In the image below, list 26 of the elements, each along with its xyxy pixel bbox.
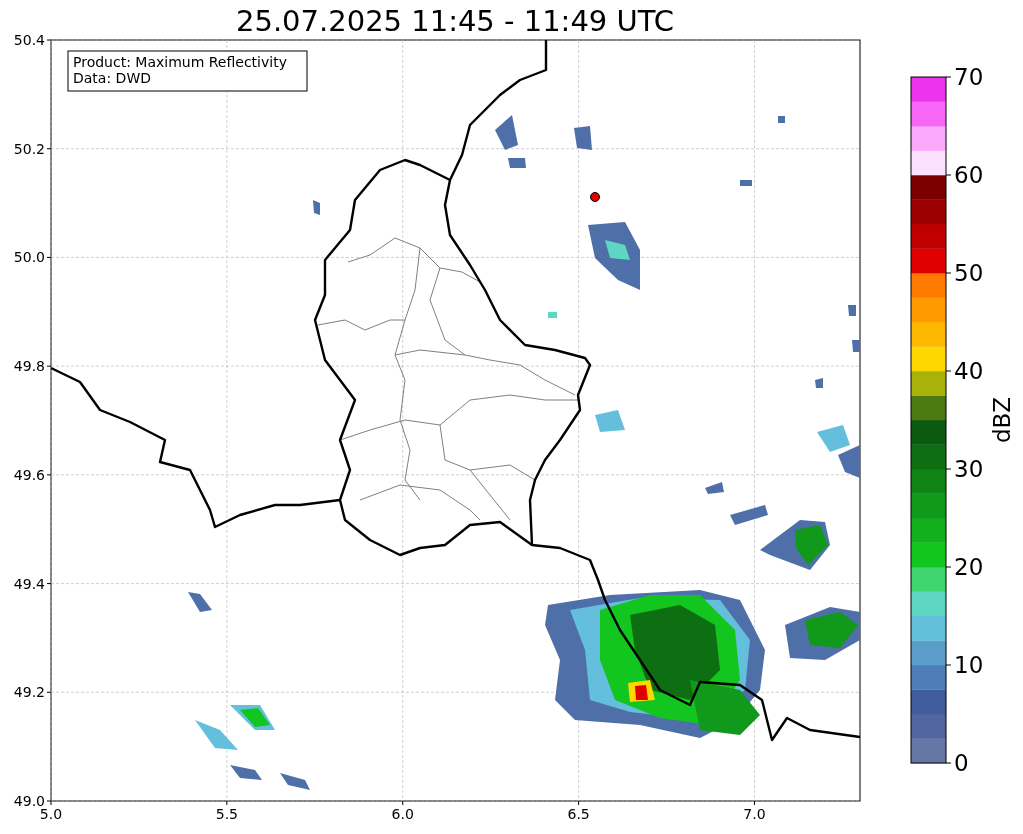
chart-title: 25.07.2025 11:45 - 11:49 UTC [236,4,674,38]
y-tick-label: 49.4 [13,575,45,592]
x-tick-label: 5.5 [215,806,238,822]
x-tick-label: 5.0 [39,806,63,822]
colorbar-tick-label: 10 [954,652,984,678]
colorbar-tick-label: 30 [954,456,984,482]
location-marker [590,192,600,202]
colorbar-tick-label: 20 [954,554,984,580]
info-text: Product: Maximum Reflectivity [73,54,287,70]
x-tick-label: 7.0 [743,806,766,822]
x-tick-label: 6.0 [391,806,414,822]
colorbar-label: dBZ [989,396,1015,444]
colorbar-tick-label: 0 [954,750,969,776]
y-tick-label: 50.4 [13,32,45,48]
y-tick-label: 49.8 [13,358,45,375]
x-tick-label: 6.5 [567,806,590,822]
colorbar-tick-label: 70 [954,64,984,90]
colorbar-tick-label: 40 [954,358,984,384]
y-tick-label: 50.2 [13,140,45,157]
y-tick-label: 50.0 [13,249,45,266]
y-tick-label: 49.6 [13,466,45,483]
y-tick-label: 49.2 [13,684,45,701]
colorbar-tick-label: 50 [954,260,984,286]
colorbar-tick-label: 60 [954,162,984,188]
y-tick-label: 49.0 [13,793,45,809]
info-text: Data: DWD [73,70,151,86]
